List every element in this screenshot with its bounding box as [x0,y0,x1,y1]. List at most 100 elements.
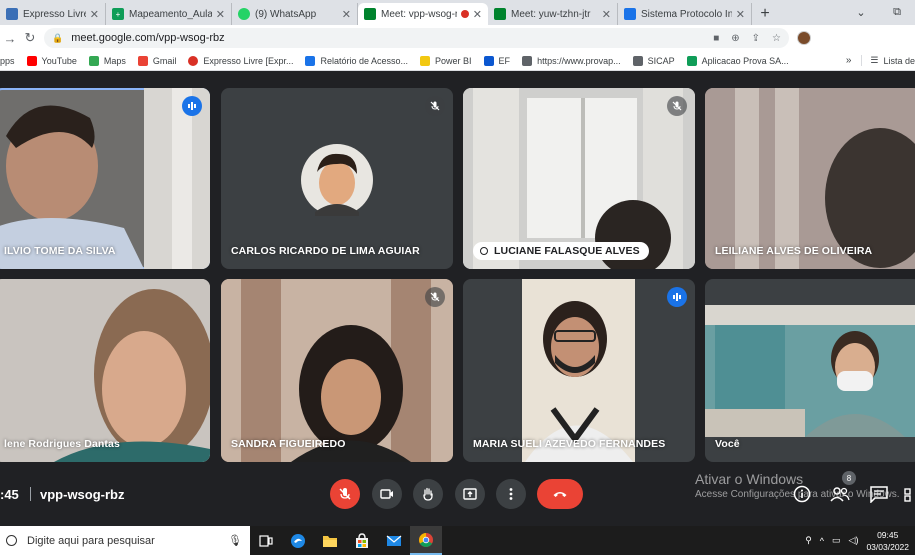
mic-off-icon [425,96,445,116]
tab-expresso-livre[interactable]: Expresso Livre [Expres ✕ [0,3,106,25]
mic-off-icon [339,488,351,500]
close-tab-icon[interactable]: ✕ [473,8,482,21]
share-icon[interactable]: ⇪ [752,33,760,44]
sheets-favicon-icon: + [112,8,124,20]
close-tab-icon[interactable]: ✕ [602,8,611,21]
hang-up-icon [553,492,567,497]
reading-list-button[interactable]: ☰ Lista de [861,55,915,66]
show-hidden-icons-icon[interactable]: ^ [820,536,824,546]
bookmark-provap[interactable]: https://www.provap... [522,55,621,66]
present-screen-button[interactable] [455,479,485,509]
zoom-icon[interactable]: ⊕ [731,33,739,44]
bookmark-star-icon[interactable]: ☆ [772,33,781,44]
protocolo-favicon-icon [624,8,636,20]
taskbar-file-explorer[interactable] [314,526,346,555]
participant-name: ILVIO TOME DA SILVA [4,245,116,257]
bookmark-ef[interactable]: EF [483,55,510,66]
close-tab-icon[interactable]: ✕ [342,8,351,21]
meet-favicon-icon [494,8,506,20]
tab-meet-vpp[interactable]: Meet: vpp-wsog-r ✕ [358,3,488,25]
people-tray-icon[interactable]: ⚲ [805,535,812,546]
more-bookmarks-button[interactable]: » [846,55,852,66]
taskbar-chrome[interactable] [410,526,442,555]
more-options-button[interactable] [496,479,526,509]
network-icon[interactable]: ▭ [832,535,841,546]
power-bi-icon [420,55,431,66]
bookmark-sicap[interactable]: SICAP [632,55,675,66]
tab-sistema-protocolo[interactable]: Sistema Protocolo Inte ✕ [618,3,752,25]
restore-window-button[interactable]: ⧉ [879,6,915,19]
store-icon [356,532,368,548]
url-text: meet.google.com/vpp-wsog-rbz [71,32,225,44]
new-tab-button[interactable]: + [752,3,778,25]
edge-icon [291,533,305,548]
hand-icon [423,487,433,501]
participant-avatar [301,144,373,216]
bookmark-gmail[interactable]: Gmail [137,55,176,66]
participant-tile[interactable]: LEILIANE ALVES DE OLIVEIRA [705,88,915,269]
address-bar[interactable]: 🔒 meet.google.com/vpp-wsog-rbz ■ ⊕ ⇪ ☆ [44,28,789,48]
activities-icon[interactable] [903,485,915,503]
recording-indicator-icon [460,10,469,18]
tab-mapeamento-aulas[interactable]: + Mapeamento_Aulas d ✕ [106,3,232,25]
bookmark-maps[interactable]: Maps [88,55,126,66]
participant-name: lene Rodrigues Dantas [4,438,120,450]
pin-icon [480,247,488,255]
participant-name-pinned: LUCIANE FALASQUE ALVES [473,242,649,260]
profile-avatar[interactable] [797,31,811,45]
leave-call-button[interactable] [537,479,583,509]
participant-tile[interactable]: SANDRA FIGUEIREDO [221,279,453,462]
chat-icon[interactable] [869,485,889,503]
raise-hand-button[interactable] [413,479,443,509]
participant-tile-self[interactable]: Você [705,279,915,462]
participant-name: SANDRA FIGUEIREDO [231,438,346,450]
more-vert-icon [509,488,513,500]
speaking-indicator-icon [182,96,202,116]
youtube-icon [26,55,37,66]
bookmark-expresso[interactable]: Expresso Livre [Expr... [188,55,293,66]
participant-tile[interactable]: ILVIO TOME DA SILVA [0,88,210,269]
present-icon [463,488,477,500]
forward-icon[interactable]: → [0,31,20,46]
bookmark-relatorio[interactable]: Relatório de Acesso... [305,55,408,66]
camera-in-use-icon[interactable]: ■ [713,33,719,44]
participant-video [0,279,210,462]
toggle-camera-button[interactable] [372,479,402,509]
volume-icon[interactable]: ◁) [849,535,859,546]
tab-whatsapp[interactable]: (9) WhatsApp ✕ [232,3,358,25]
sicap-icon [632,55,643,66]
participants-count-badge: 8 [842,471,856,485]
participant-tile[interactable]: lene Rodrigues Dantas [0,279,210,462]
taskbar-mail[interactable] [378,526,410,555]
bookmark-power-bi[interactable]: Power BI [420,55,472,66]
task-view-button[interactable] [250,526,282,555]
taskbar-search-box[interactable]: Digite aqui para pesquisar 🎙 [0,526,250,555]
close-tab-icon[interactable]: ✕ [216,8,225,21]
bookmark-aplicacao-prova[interactable]: Aplicacao Prova SA... [686,55,789,66]
people-icon[interactable] [830,485,850,503]
reading-list-icon: ☰ [870,55,879,65]
participant-tile[interactable]: CARLOS RICARDO DE LIMA AGUIAR [221,88,453,269]
taskbar-clock[interactable]: 09:45 03/03/2022 [866,529,909,553]
ef-icon [483,55,494,66]
windows-taskbar: Digite aqui para pesquisar 🎙 ⚲ ^ ▭ ◁) 09… [0,526,915,555]
lock-icon[interactable]: 🔒 [52,33,63,44]
close-tab-icon[interactable]: ✕ [90,8,99,21]
participant-tile[interactable]: LUCIANE FALASQUE ALVES [463,88,695,269]
toggle-microphone-button[interactable] [330,479,360,509]
bookmark-youtube[interactable]: YouTube [26,55,77,66]
bookmark-apps[interactable]: pps [0,56,15,66]
microphone-icon[interactable]: 🎙 [228,534,242,547]
participant-tile[interactable]: MARIA SUELI AZEVEDO FERNANDES [463,279,695,462]
meeting-details-icon[interactable] [793,485,811,503]
participant-name: LEILIANE ALVES DE OLIVEIRA [715,245,873,257]
tab-meet-yuw[interactable]: Meet: yuw-tzhn-jtr ✕ [488,3,618,25]
close-tab-icon[interactable]: ✕ [736,8,745,21]
tab-search-button[interactable]: ⌄ [843,6,879,19]
mic-off-icon [667,96,687,116]
taskbar-store[interactable] [346,526,378,555]
participant-name: MARIA SUELI AZEVEDO FERNANDES [473,438,666,450]
whatsapp-favicon-icon [238,8,250,20]
reload-icon[interactable]: ↻ [20,30,40,46]
taskbar-edge[interactable] [282,526,314,555]
